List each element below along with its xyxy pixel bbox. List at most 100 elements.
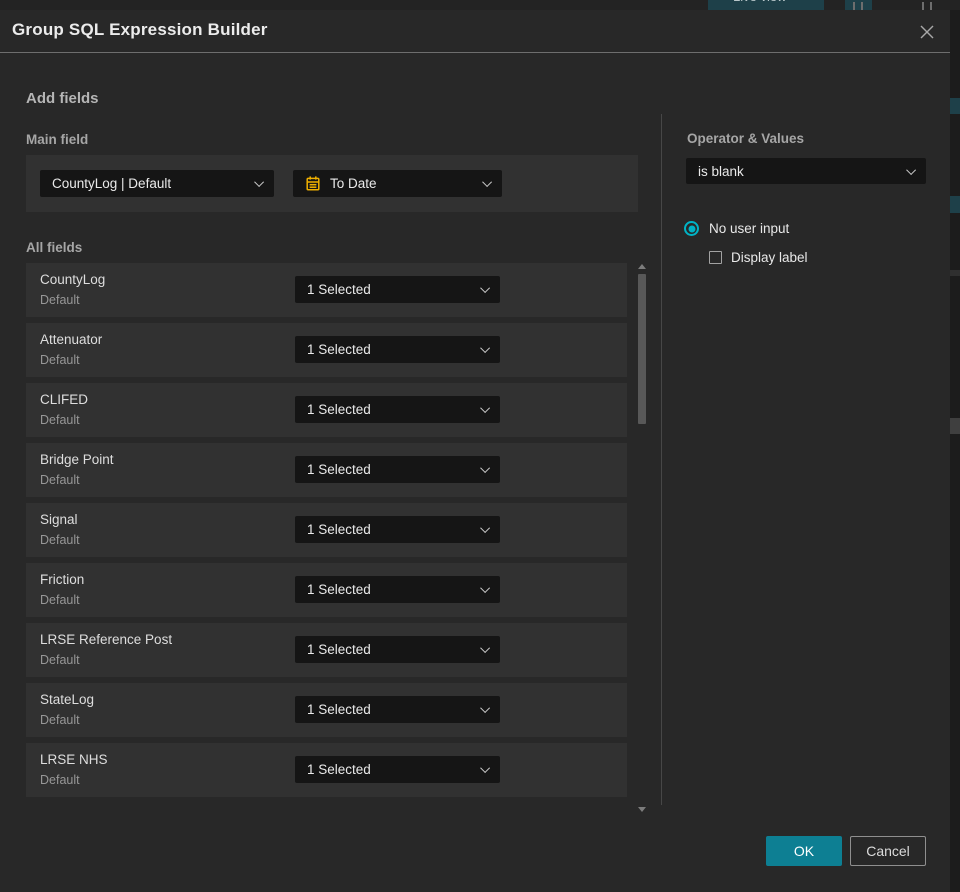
field-subtitle: Default bbox=[40, 413, 80, 427]
field-name: Bridge Point bbox=[40, 452, 114, 467]
field-selection-select[interactable]: 1 Selected bbox=[295, 696, 500, 723]
field-subtitle: Default bbox=[40, 773, 80, 787]
field-selection-select[interactable]: 1 Selected bbox=[295, 456, 500, 483]
chevron-down-icon bbox=[480, 583, 491, 594]
group-sql-expression-builder-dialog: Group SQL Expression Builder Add fields … bbox=[0, 10, 950, 892]
add-fields-heading: Add fields bbox=[26, 90, 99, 107]
field-subtitle: Default bbox=[40, 293, 80, 307]
chevron-down-icon bbox=[480, 343, 491, 354]
field-name: LRSE NHS bbox=[40, 752, 108, 767]
all-fields-heading: All fields bbox=[26, 240, 83, 255]
list-scrollbar[interactable] bbox=[637, 264, 648, 812]
field-name: Attenuator bbox=[40, 332, 103, 347]
field-name: CLIFED bbox=[40, 392, 89, 407]
toolbar-fragment bbox=[818, 0, 824, 10]
panel-fragment bbox=[950, 196, 960, 213]
all-fields-list: CountyLog Default 1 Selected Attenuator … bbox=[26, 263, 627, 803]
no-user-input-radio[interactable] bbox=[684, 221, 699, 236]
field-selection-value: 1 Selected bbox=[307, 702, 371, 717]
background-app-right-strip bbox=[950, 10, 960, 892]
field-subtitle: Default bbox=[40, 533, 80, 547]
ok-button[interactable]: OK bbox=[766, 836, 842, 866]
field-selection-select[interactable]: 1 Selected bbox=[295, 396, 500, 423]
chevron-down-icon bbox=[480, 643, 491, 654]
scroll-down-icon[interactable] bbox=[638, 807, 646, 812]
field-selection-value: 1 Selected bbox=[307, 462, 371, 477]
field-selection-value: 1 Selected bbox=[307, 582, 371, 597]
main-field-heading: Main field bbox=[26, 132, 89, 147]
chevron-down-icon bbox=[480, 283, 491, 294]
field-selection-select[interactable]: 1 Selected bbox=[295, 276, 500, 303]
field-selection-value: 1 Selected bbox=[307, 282, 371, 297]
field-selection-select[interactable]: 1 Selected bbox=[295, 756, 500, 783]
field-selection-select[interactable]: 1 Selected bbox=[295, 576, 500, 603]
display-label-option[interactable]: Display label bbox=[709, 250, 808, 265]
scroll-up-icon[interactable] bbox=[638, 264, 646, 269]
field-selection-value: 1 Selected bbox=[307, 402, 371, 417]
field-row: Friction Default 1 Selected bbox=[26, 563, 627, 617]
field-selection-value: 1 Selected bbox=[307, 522, 371, 537]
operator-select[interactable]: is blank bbox=[686, 158, 926, 184]
no-user-input-label: No user input bbox=[709, 221, 790, 236]
live-view-button[interactable]: Live view bbox=[708, 0, 818, 10]
no-user-input-option[interactable]: No user input bbox=[684, 221, 789, 236]
field-subtitle: Default bbox=[40, 593, 80, 607]
toolbar-button-fragment bbox=[922, 2, 924, 10]
field-row: CLIFED Default 1 Selected bbox=[26, 383, 627, 437]
toolbar-button-fragment bbox=[930, 2, 932, 10]
panel-fragment bbox=[950, 418, 960, 434]
cancel-button[interactable]: Cancel bbox=[850, 836, 926, 866]
live-view-label: Live view bbox=[733, 0, 786, 4]
field-name: StateLog bbox=[40, 692, 95, 707]
field-name: CountyLog bbox=[40, 272, 106, 287]
chevron-down-icon bbox=[254, 177, 265, 188]
panel-fragment bbox=[950, 98, 960, 114]
operator-values-heading: Operator & Values bbox=[687, 131, 805, 146]
chevron-down-icon bbox=[480, 703, 491, 714]
screen: Live view Group SQL Expression Builder A… bbox=[0, 0, 960, 892]
chevron-down-icon bbox=[480, 403, 491, 414]
operator-select-value: is blank bbox=[698, 163, 744, 179]
chevron-down-icon bbox=[482, 177, 493, 188]
field-selection-select[interactable]: 1 Selected bbox=[295, 336, 500, 363]
close-icon[interactable] bbox=[916, 21, 938, 43]
field-name: Friction bbox=[40, 572, 85, 587]
field-selection-select[interactable]: 1 Selected bbox=[295, 516, 500, 543]
field-selection-value: 1 Selected bbox=[307, 342, 371, 357]
field-selection-value: 1 Selected bbox=[307, 762, 371, 777]
date-type-select-value: To Date bbox=[330, 176, 377, 191]
toolbar-fragment bbox=[845, 0, 872, 10]
field-row: Signal Default 1 Selected bbox=[26, 503, 627, 557]
chevron-down-icon bbox=[480, 523, 491, 534]
date-type-select[interactable]: To Date bbox=[293, 170, 502, 197]
column-divider bbox=[661, 114, 662, 805]
calendar-icon bbox=[305, 175, 321, 192]
field-row: Attenuator Default 1 Selected bbox=[26, 323, 627, 377]
toolbar-button-fragment bbox=[853, 2, 855, 10]
field-selection-select[interactable]: 1 Selected bbox=[295, 636, 500, 663]
dialog-header: Group SQL Expression Builder bbox=[0, 10, 950, 53]
display-label-label: Display label bbox=[731, 250, 808, 265]
field-row: Bridge Point Default 1 Selected bbox=[26, 443, 627, 497]
main-field-panel: CountyLog | Default To Date bbox=[26, 155, 638, 212]
background-app-top-strip: Live view bbox=[0, 0, 960, 10]
field-subtitle: Default bbox=[40, 353, 80, 367]
field-row: LRSE NHS Default 1 Selected bbox=[26, 743, 627, 797]
dialog-title: Group SQL Expression Builder bbox=[12, 20, 268, 39]
chevron-down-icon bbox=[480, 763, 491, 774]
main-field-select[interactable]: CountyLog | Default bbox=[40, 170, 274, 197]
field-subtitle: Default bbox=[40, 713, 80, 727]
field-selection-value: 1 Selected bbox=[307, 642, 371, 657]
field-subtitle: Default bbox=[40, 653, 80, 667]
toolbar-button-fragment bbox=[861, 2, 863, 10]
display-label-checkbox[interactable] bbox=[709, 251, 722, 264]
panel-fragment bbox=[950, 270, 960, 276]
field-name: Signal bbox=[40, 512, 78, 527]
chevron-down-icon bbox=[906, 164, 917, 175]
field-name: LRSE Reference Post bbox=[40, 632, 173, 647]
scrollbar-thumb[interactable] bbox=[638, 274, 646, 424]
main-field-select-value: CountyLog | Default bbox=[52, 176, 172, 191]
field-row: StateLog Default 1 Selected bbox=[26, 683, 627, 737]
chevron-down-icon bbox=[480, 463, 491, 474]
field-subtitle: Default bbox=[40, 473, 80, 487]
